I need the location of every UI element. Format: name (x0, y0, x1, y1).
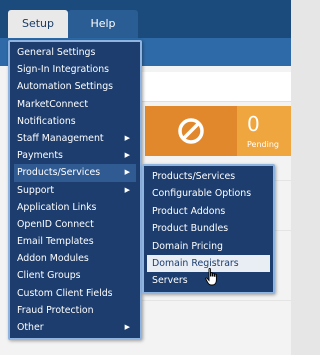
menu-item-label: Application Links (17, 201, 97, 213)
menu-item-notifications[interactable]: Notifications (14, 113, 136, 130)
submenu-item-product-addons[interactable]: Product Addons (147, 203, 270, 220)
dashboard-panel (140, 72, 291, 102)
menu-item-label: Sign-In Integrations (17, 64, 110, 76)
menu-item-support[interactable]: Support ▶ (14, 182, 136, 199)
chevron-right-icon: ▶ (124, 323, 130, 331)
menu-item-label: Automation Settings (17, 81, 114, 93)
submenu-item-products-services[interactable]: Products/Services (147, 168, 270, 185)
hand-cursor-icon (205, 268, 217, 286)
menu-item-sign-in-integrations[interactable]: Sign-In Integrations (14, 61, 136, 78)
stat-value: 0 (247, 112, 260, 136)
submenu-item-label: Domain Pricing (152, 240, 223, 252)
menu-item-label: Notifications (17, 115, 76, 127)
menu-item-label: Client Groups (17, 270, 81, 282)
menu-item-client-groups[interactable]: Client Groups (14, 267, 136, 284)
submenu-item-label: Servers (152, 275, 188, 287)
menu-item-other[interactable]: Other ▶ (14, 319, 136, 336)
menu-item-addon-modules[interactable]: Addon Modules (14, 250, 136, 267)
submenu-item-label: Products/Services (152, 171, 236, 182)
menu-item-label: Custom Client Fields (17, 287, 113, 299)
admin-top-nav: Setup Help (0, 0, 291, 38)
menu-item-general-settings[interactable]: General Settings (14, 44, 136, 61)
submenu-item-label: Configurable Options (152, 188, 252, 200)
stat-box-pending[interactable]: 0 Pending (237, 106, 291, 156)
menu-item-openid-connect[interactable]: OpenID Connect (14, 216, 136, 233)
chevron-right-icon: ▶ (124, 133, 130, 142)
chevron-right-icon: ▶ (124, 168, 130, 177)
submenu-item-configurable-options[interactable]: Configurable Options (147, 185, 270, 202)
tab-setup[interactable]: Setup (8, 10, 68, 38)
divider (140, 300, 291, 301)
menu-item-application-links[interactable]: Application Links (14, 199, 136, 216)
menu-item-label: Fraud Protection (17, 304, 94, 316)
menu-item-email-templates[interactable]: Email Templates (14, 233, 136, 250)
submenu-item-domain-pricing[interactable]: Domain Pricing (147, 238, 270, 255)
stat-label: Pending (247, 140, 279, 149)
no-entry-icon (178, 118, 204, 144)
stat-box-icon-area[interactable] (145, 106, 237, 156)
menu-item-payments[interactable]: Payments ▶ (14, 147, 136, 164)
menu-item-fraud-protection[interactable]: Fraud Protection (14, 302, 136, 319)
chevron-right-icon: ▶ (124, 185, 130, 194)
submenu-item-label: Product Bundles (152, 223, 229, 235)
setup-dropdown-menu: General Settings Sign-In Integrations Au… (8, 40, 142, 341)
chevron-right-icon: ▶ (124, 151, 130, 160)
menu-item-label: Support (17, 184, 55, 196)
menu-item-staff-management[interactable]: Staff Management ▶ (14, 130, 136, 147)
menu-item-products-services[interactable]: Products/Services ▶ (14, 164, 136, 182)
menu-item-label: Addon Modules (17, 253, 89, 265)
menu-item-label: Email Templates (17, 236, 94, 248)
submenu-item-product-bundles[interactable]: Product Bundles (147, 220, 270, 237)
menu-item-label: Payments (17, 150, 63, 162)
submenu-item-label: Domain Registrars (152, 257, 239, 269)
menu-item-marketconnect[interactable]: MarketConnect (14, 96, 136, 113)
menu-item-automation-settings[interactable]: Automation Settings (14, 78, 136, 95)
menu-item-label: Staff Management (17, 132, 104, 144)
menu-item-label: MarketConnect (17, 98, 88, 110)
menu-item-label: OpenID Connect (17, 218, 94, 230)
menu-item-label: Products/Services (17, 167, 101, 179)
menu-item-custom-client-fields[interactable]: Custom Client Fields (14, 285, 136, 302)
menu-item-label: Other (17, 322, 44, 333)
tab-help[interactable]: Help (68, 10, 138, 38)
menu-item-label: General Settings (17, 47, 96, 58)
submenu-item-label: Product Addons (152, 205, 226, 217)
